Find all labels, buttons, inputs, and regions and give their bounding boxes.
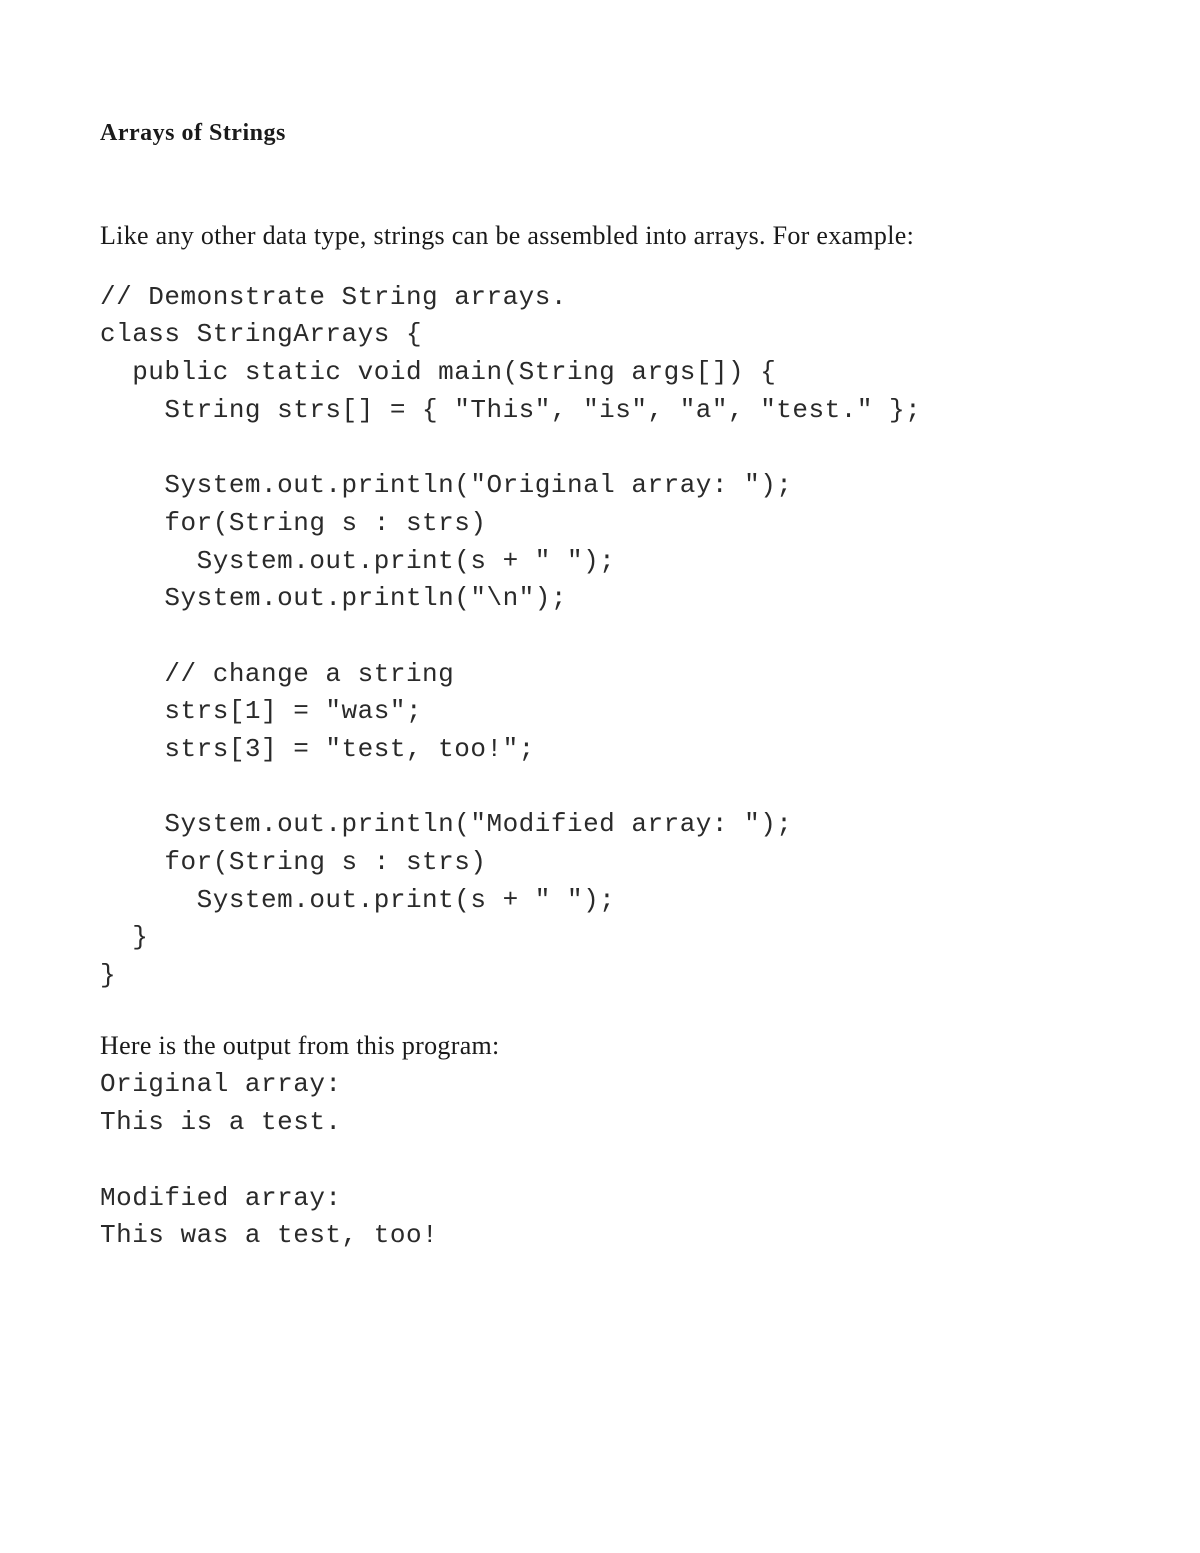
code-block: // Demonstrate String arrays. class Stri…	[100, 279, 1100, 995]
output-block: Original array: This is a test. Modified…	[100, 1066, 1100, 1254]
section-title: Arrays of Strings	[100, 120, 1100, 147]
output-intro: Here is the output from this program:	[100, 1027, 1100, 1065]
intro-paragraph: Like any other data type, strings can be…	[100, 217, 1100, 255]
